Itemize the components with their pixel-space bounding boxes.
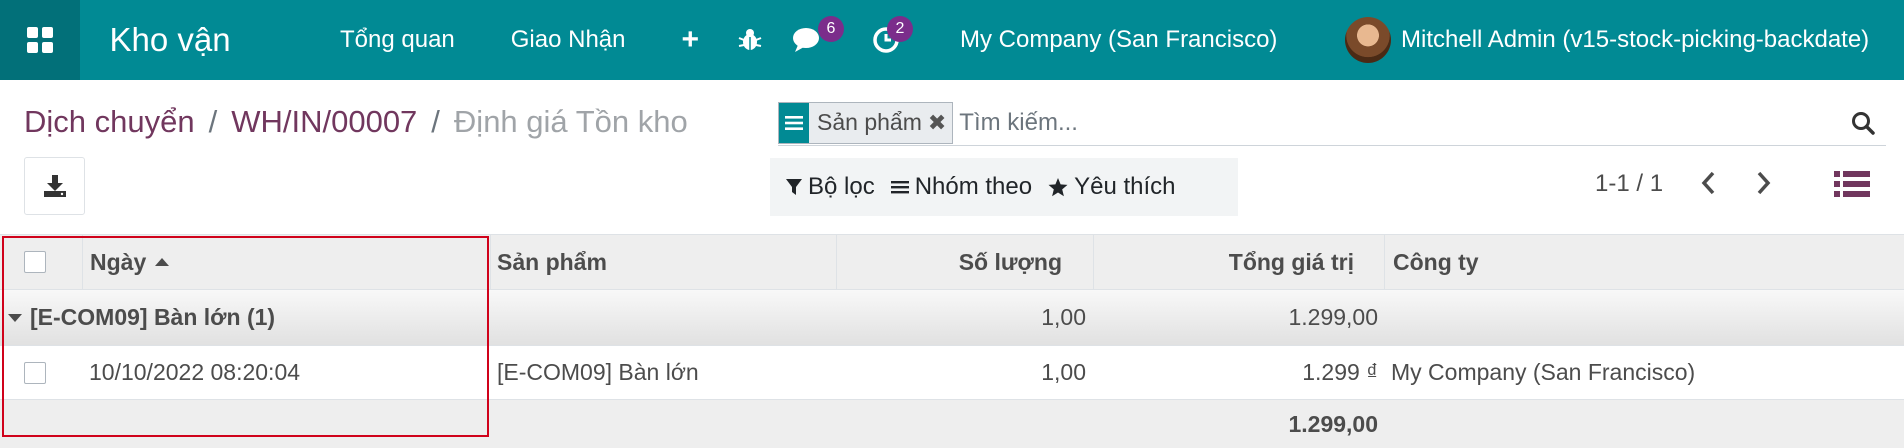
- search-input[interactable]: [959, 108, 1760, 137]
- plus-icon[interactable]: +: [682, 23, 700, 57]
- breadcrumb-moves[interactable]: Dịch chuyển: [24, 104, 195, 140]
- group-header[interactable]: [E-COM09] Bàn lớn (1): [8, 290, 275, 345]
- user-name: Mitchell Admin (v15-stock-picking-backda…: [1401, 26, 1870, 53]
- list-view-icon[interactable]: [1834, 170, 1870, 198]
- avatar: [1345, 17, 1391, 63]
- group-by-label: Nhóm theo: [914, 173, 1033, 200]
- apps-menu-button[interactable]: [0, 0, 80, 80]
- search-facet: Sản phẩm ✖: [778, 101, 954, 144]
- row-company: My Company (San Francisco): [1391, 359, 1696, 385]
- bars-icon: [890, 179, 909, 195]
- table-row[interactable]: 10/10/2022 08:20:04 [E-COM09] Bàn lớn 1,…: [0, 346, 1904, 400]
- breadcrumb: Dịch chuyển / WH/IN/00007 / Định giá Tồn…: [24, 100, 688, 144]
- row-product: [E-COM09] Bàn lớn: [497, 359, 699, 385]
- favorites-button[interactable]: Yêu thích: [1048, 173, 1176, 201]
- column-product[interactable]: Sản phẩm: [497, 235, 607, 289]
- footer-total-value: 1.299,00: [1288, 410, 1378, 437]
- breadcrumb-picking[interactable]: WH/IN/00007: [231, 104, 417, 140]
- chat-badge: 6: [818, 16, 844, 42]
- user-menu[interactable]: Mitchell Admin (v15-stock-picking-backda…: [1345, 0, 1869, 80]
- row-date: 10/10/2022 08:20:04: [89, 359, 301, 385]
- column-date-label: Ngày: [90, 248, 147, 275]
- chevron-right-icon[interactable]: [1752, 170, 1774, 196]
- pager-value[interactable]: 1-1 / 1: [1595, 170, 1663, 198]
- table-header: Ngày Sản phẩm Số lượng Tổng giá trị Công…: [0, 234, 1904, 290]
- grid-icon: [27, 27, 53, 53]
- activity-badge: 2: [887, 16, 913, 42]
- messaging-button[interactable]: [792, 0, 824, 80]
- group-by-button[interactable]: Nhóm theo: [890, 173, 1033, 201]
- facet-remove-icon[interactable]: ✖: [928, 103, 952, 143]
- column-total-value[interactable]: Tổng giá trị: [1229, 235, 1354, 289]
- column-date[interactable]: Ngày: [90, 235, 170, 289]
- group-row[interactable]: [E-COM09] Bàn lớn (1) 1,00 1.299,00: [0, 290, 1904, 346]
- debug-button[interactable]: [737, 0, 763, 80]
- column-quantity[interactable]: Số lượng: [959, 235, 1062, 289]
- bug-icon: [738, 29, 762, 50]
- top-navbar: Kho vận Tổng quan Giao Nhận + 6 2 My Com…: [0, 0, 1904, 80]
- group-by-icon: [779, 102, 809, 143]
- filter-button[interactable]: Bộ lọc: [786, 173, 875, 201]
- group-total-value: 1.299,00: [1288, 304, 1378, 330]
- row-checkbox[interactable]: [24, 346, 46, 399]
- facet-value: Sản phẩm: [817, 109, 922, 135]
- download-icon: [43, 175, 66, 197]
- filter-label: Bộ lọc: [808, 173, 875, 200]
- filter-icon: [786, 178, 802, 196]
- group-quantity: 1,00: [1041, 304, 1086, 330]
- breadcrumb-separator: /: [431, 104, 440, 139]
- company-switcher[interactable]: My Company (San Francisco): [960, 0, 1277, 80]
- sort-up-icon: [155, 258, 170, 266]
- search-icon[interactable]: [1850, 110, 1876, 136]
- select-all-checkbox[interactable]: [24, 235, 46, 289]
- page-title: Định giá Tồn kho: [453, 104, 688, 139]
- row-quantity: 1,00: [1041, 359, 1086, 385]
- menu-overview[interactable]: Tổng quan: [340, 26, 455, 54]
- row-total-value: 1.299 ₫: [1302, 359, 1378, 385]
- caret-down-icon: [8, 313, 22, 322]
- app-name[interactable]: Kho vận: [80, 21, 260, 59]
- chevron-left-icon[interactable]: [1698, 170, 1720, 196]
- column-company[interactable]: Công ty: [1393, 235, 1479, 289]
- table-footer: 1.299,00: [0, 400, 1904, 448]
- star-icon: [1048, 177, 1068, 197]
- search-box: Sản phẩm ✖: [778, 100, 1886, 146]
- export-button[interactable]: [24, 157, 85, 215]
- menu-operations[interactable]: Giao Nhận: [511, 26, 626, 54]
- breadcrumb-separator: /: [208, 104, 218, 139]
- group-label: [E-COM09] Bàn lớn (1): [30, 304, 276, 330]
- search-options: Bộ lọc Nhóm theo Yêu thích: [770, 158, 1238, 216]
- favorites-label: Yêu thích: [1074, 173, 1176, 200]
